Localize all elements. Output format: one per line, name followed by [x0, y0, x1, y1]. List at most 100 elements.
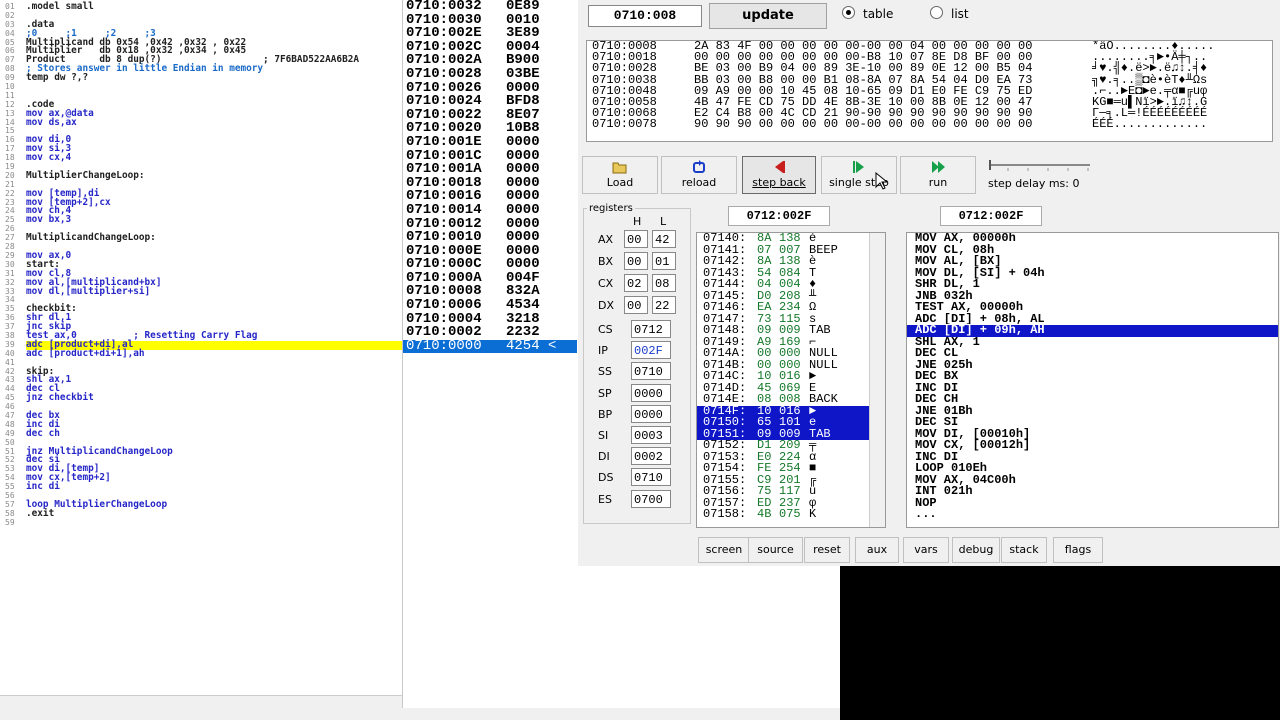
code-line[interactable]: temp dw ?,? [26, 73, 402, 83]
code-line[interactable]: MultiplierChangeLoop: [26, 171, 402, 181]
reload-button[interactable]: reload [661, 156, 737, 194]
memory-word-list[interactable]: 0710:0032 0E89 0710:0030 0010 0710:002E 3E89 0… [403, 0, 577, 354]
view-list-radio[interactable]: list [930, 6, 969, 22]
disassembly-row[interactable]: SHL AX, 1 [907, 336, 1278, 349]
disassembly-row[interactable]: INC DI [907, 382, 1278, 395]
load-button[interactable]: Load [582, 156, 658, 194]
code-line[interactable]: jnz MultiplicandChangeLoop [26, 446, 402, 457]
register-ax-low[interactable]: 42 [652, 230, 676, 248]
byte-list-scrollbar[interactable] [869, 233, 885, 527]
register-dx-low[interactable]: 22 [652, 296, 676, 314]
register-bx-low[interactable]: 01 [652, 252, 676, 270]
disassembly-row[interactable]: MOV CX, [00012h] [907, 439, 1278, 452]
memory-dump-table[interactable]: 0710:0008 2A 83 4F 00 00 00 00 00-00 00 0… [586, 40, 1273, 142]
source-editor[interactable]: 01 02 03 04 05 06 07 08 09 10 11 12 13 14 15 16 17 18 19 20… [0, 0, 403, 708]
code-line[interactable]: inc di [26, 482, 402, 492]
disassembly-row[interactable]: DEC BX [907, 370, 1278, 383]
memory-byte-row[interactable]: 07158: 4B 075 K [697, 508, 885, 521]
disassembly-row[interactable]: JNE 01Bh [907, 405, 1278, 418]
code-line[interactable]: .model small [26, 2, 402, 12]
editor-horizontal-scrollbar[interactable] [0, 695, 402, 708]
code-line[interactable] [26, 83, 402, 92]
code-line[interactable]: mov di,0 [26, 135, 402, 145]
aux-button[interactable]: aux [855, 537, 899, 563]
code-line[interactable]: inc di [26, 420, 402, 430]
disassembly-row[interactable]: ... [907, 508, 1278, 521]
flags-button[interactable]: flags [1053, 537, 1103, 563]
emulator-window: 0710:008 update table list 0710:0008 2A 8… [578, 0, 1280, 566]
code-line[interactable]: loop MultiplierChangeLoop [26, 500, 402, 510]
stack-button[interactable]: stack [1001, 537, 1047, 563]
screen-area [840, 566, 1280, 720]
code-line[interactable]: adc [product+di+1],ah [26, 349, 402, 359]
code-line[interactable]: mov dl,[multiplier+si] [26, 286, 402, 297]
source-button[interactable]: source [748, 537, 803, 563]
disassembly-row[interactable]: INT 021h [907, 485, 1278, 498]
disassembly-row[interactable]: NOP [907, 497, 1278, 510]
debug-button[interactable]: debug [952, 537, 1000, 563]
memory-address-input[interactable]: 0710:008 [588, 5, 702, 27]
code-line[interactable]: start: [26, 260, 402, 270]
disassembly-address-field[interactable]: 0712:002F [940, 206, 1042, 226]
run-button[interactable]: run [900, 156, 976, 194]
vars-button[interactable]: vars [903, 537, 949, 563]
code-line[interactable]: mov ax,0 [26, 251, 402, 261]
code-line[interactable]: shr dl,1 [26, 313, 402, 323]
register-si-value[interactable]: 0003 [631, 426, 671, 444]
code-line[interactable] [26, 296, 402, 305]
bottom-scrollbar[interactable] [0, 708, 840, 720]
code-line[interactable]: mov bx,3 [26, 215, 402, 225]
register-cs-value[interactable]: 0712 [631, 320, 671, 338]
code-line[interactable]: MultiplicandChangeLoop: [26, 233, 402, 243]
disassembly-list[interactable]: MOV AX, 00000h MOV CL, 08h MOV AL, [BX] MOV… [906, 232, 1279, 528]
memory-byte-list[interactable]: 07140: 8A 138 è 07141: 07 007 BEEP 07142: 8A 138 è 0… [696, 232, 886, 528]
code-line[interactable]: shl ax,1 [26, 375, 402, 385]
code-line[interactable]: mov ds,ax [26, 117, 402, 128]
screen-button[interactable]: screen [698, 537, 750, 563]
disassembly-row[interactable]: JNE 025h [907, 359, 1278, 372]
code-line[interactable] [26, 403, 402, 412]
register-cx-low[interactable]: 08 [652, 274, 676, 292]
code-line[interactable]: mov ch,4 [26, 206, 402, 216]
code-line[interactable]: mov cx,[temp+2] [26, 473, 402, 483]
code-line[interactable]: dec ch [26, 429, 402, 439]
code-line[interactable] [26, 92, 402, 101]
code-line[interactable]: checkbit: [26, 304, 402, 314]
code-line[interactable]: .exit [26, 509, 402, 519]
code-line[interactable]: mov si,3 [26, 144, 402, 154]
code-line[interactable] [26, 243, 402, 252]
register-cx-high[interactable]: 02 [624, 274, 648, 292]
update-button[interactable]: update [709, 3, 827, 29]
code-line[interactable] [26, 519, 402, 528]
code-line[interactable] [26, 127, 402, 136]
code-line[interactable]: mov cx,4 [26, 153, 402, 163]
code-line[interactable] [26, 359, 402, 368]
run-icon [901, 160, 975, 176]
code-line[interactable]: mov [temp+2],cx [26, 197, 402, 208]
reset-button[interactable]: reset [804, 537, 850, 563]
register-bx-high[interactable]: 00 [624, 252, 648, 270]
register-ss-value[interactable]: 0710 [631, 362, 671, 381]
step-delay-slider[interactable] [988, 158, 1092, 172]
register-di-value[interactable]: 0002 [631, 447, 671, 466]
register-es-value[interactable]: 0700 [631, 489, 671, 508]
code-line[interactable] [26, 12, 402, 21]
reload-label: reload [681, 176, 717, 189]
code-line[interactable]: mov ax,@data [26, 109, 402, 119]
step-back-button[interactable]: step back [742, 156, 816, 194]
code-line[interactable]: skip: [26, 366, 402, 377]
memory-dump-row[interactable]: 0710:0078 90 90 90 00 00 00 00 00-00 00 0… [587, 118, 1272, 130]
memory-address-field[interactable]: 0712:002F [728, 206, 830, 226]
register-dx-high[interactable]: 00 [624, 296, 648, 314]
register-ip-value[interactable]: 002F [631, 341, 671, 360]
register-ds-value[interactable]: 0710 [631, 468, 671, 487]
register-sp-value[interactable]: 0000 [631, 383, 671, 402]
view-table-radio[interactable]: table [842, 6, 893, 22]
reload-icon [662, 160, 736, 176]
code-line[interactable]: jnz checkbit [26, 393, 402, 403]
code-area[interactable]: .model small .data ;0 ;1 ;2 ;3 Multiplicand… [26, 2, 402, 528]
memory-word-row[interactable]: 0710:0000 4254 < [403, 339, 577, 354]
code-line[interactable]: dec bx [26, 411, 402, 421]
register-bp-value[interactable]: 0000 [631, 404, 671, 423]
register-ax-high[interactable]: 00 [624, 230, 648, 248]
